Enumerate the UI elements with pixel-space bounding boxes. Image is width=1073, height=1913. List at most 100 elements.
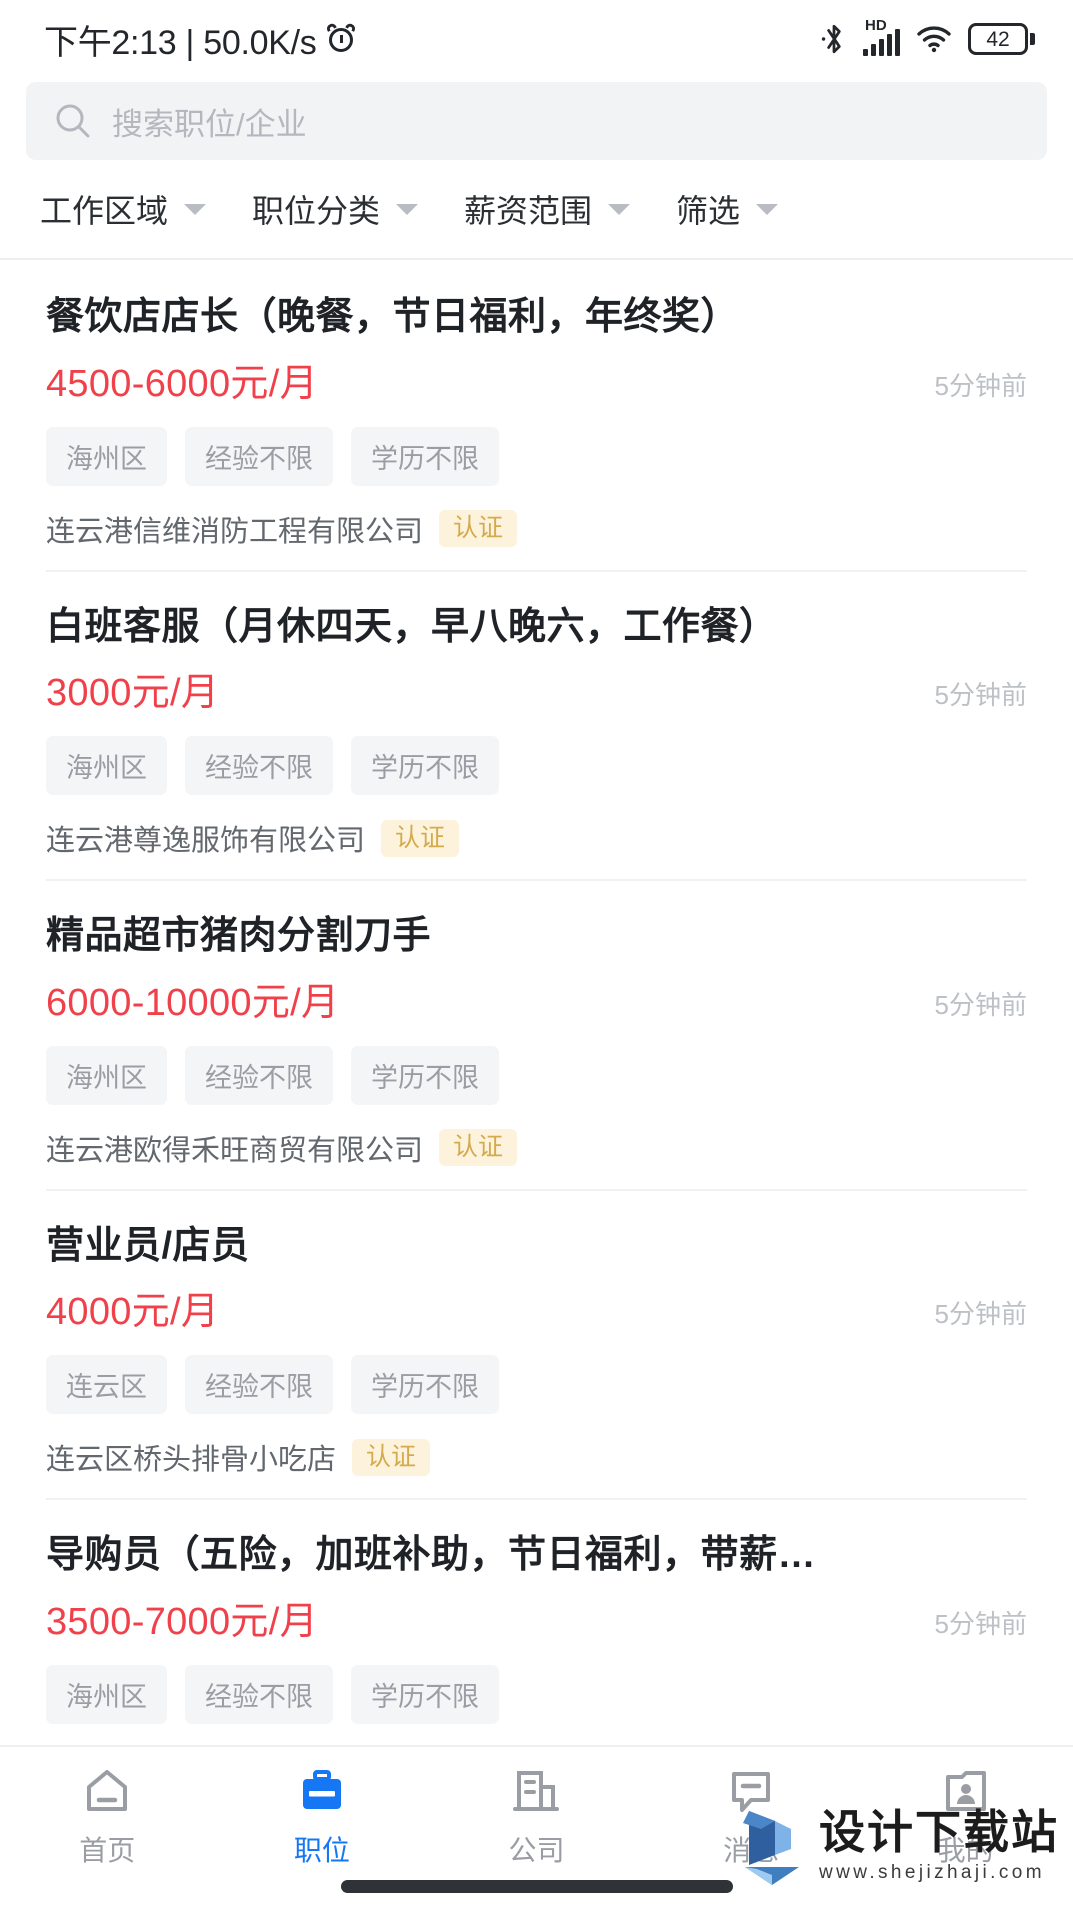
job-list: 餐饮店店长（晚餐，节日福利，年终奖） 4500-6000元/月 5分钟前 海州区… [0, 260, 1073, 1744]
job-card[interactable]: 精品超市猪肉分割刀手 6000-10000元/月 5分钟前 海州区 经验不限 学… [0, 879, 1073, 1189]
tab-profile[interactable]: 我的 [858, 1765, 1073, 1869]
job-tag: 经验不限 [185, 426, 333, 486]
tab-label: 首页 [79, 1835, 136, 1866]
certified-badge: 认证 [352, 1438, 431, 1476]
certified-badge: 认证 [439, 1129, 518, 1166]
salary-row: 4000元/月 5分钟前 [46, 1280, 1027, 1335]
filter-more[interactable]: 筛选 [676, 186, 779, 232]
tab-label: 我的 [937, 1835, 994, 1866]
job-title: 餐饮店店长（晚餐，节日福利，年终奖） [46, 296, 740, 338]
job-posted-time: 5分钟前 [934, 370, 1027, 401]
status-time-and-speed: 下午2:13 | 50.0K/s [44, 23, 317, 62]
job-card[interactable]: 营业员/店员 4000元/月 5分钟前 连云区 经验不限 学历不限 连云区桥头排… [0, 1188, 1073, 1499]
job-posted-time: 5分钟前 [934, 1299, 1027, 1329]
filter-bar: 工作区域 职位分类 薪资范围 筛选 [0, 160, 1073, 260]
company-row[interactable]: 连云港信维消防工程有限公司 认证 [46, 508, 1027, 550]
job-tag: 经验不限 [185, 1355, 333, 1414]
cellular-signal-icon: HD [863, 18, 900, 56]
salary-row: 6000-10000元/月 5分钟前 [46, 971, 1027, 1026]
search-section: 搜索职位/企业 [0, 78, 1073, 160]
job-tags: 海州区 经验不限 学历不限 [46, 736, 1027, 795]
home-indicator [340, 1880, 733, 1893]
job-salary: 6000-10000元/月 [46, 981, 340, 1024]
home-icon [81, 1765, 133, 1817]
job-salary: 3500-7000元/月 [46, 1600, 318, 1643]
certified-badge: 认证 [381, 819, 460, 857]
building-icon [510, 1765, 562, 1817]
tab-jobs[interactable]: 职位 [215, 1765, 430, 1869]
job-tag: 经验不限 [185, 736, 333, 795]
filter-job-category[interactable]: 职位分类 [252, 186, 419, 232]
job-salary: 4000元/月 [46, 1291, 220, 1333]
filter-salary-range[interactable]: 薪资范围 [464, 186, 631, 232]
salary-row: 4500-6000元/月 5分钟前 [46, 352, 1027, 407]
company-name: 连云区桥头排骨小吃店 [46, 1444, 337, 1476]
tab-label: 公司 [508, 1835, 565, 1866]
job-tag: 学历不限 [351, 736, 499, 795]
message-bubble-icon [725, 1765, 777, 1817]
job-tag: 海州区 [46, 1664, 167, 1724]
alarm-clock-icon [325, 22, 358, 54]
job-salary: 4500-6000元/月 [46, 362, 318, 405]
certified-badge: 认证 [439, 510, 518, 547]
job-tag: 海州区 [46, 426, 167, 486]
company-name: 连云港欧得禾旺商贸有限公司 [46, 1134, 424, 1167]
chevron-down-icon [184, 203, 207, 215]
job-salary: 3000元/月 [46, 672, 220, 714]
job-title: 白班客服（月休四天，早八晚六，工作餐） [46, 605, 778, 648]
filter-label: 职位分类 [252, 193, 381, 229]
battery-indicator: 42 [968, 23, 1035, 55]
job-tag: 海州区 [46, 736, 167, 795]
job-tag: 学历不限 [351, 426, 499, 486]
job-tag: 学历不限 [351, 1664, 499, 1724]
job-tag: 海州区 [46, 1045, 167, 1105]
tab-label: 消息 [723, 1835, 780, 1866]
tab-label: 职位 [293, 1835, 350, 1866]
company-row[interactable]: 连云区桥头排骨小吃店 认证 [46, 1436, 1027, 1478]
search-icon [56, 104, 90, 138]
status-bar: 下午2:13 | 50.0K/s HD 42 [0, 0, 1073, 78]
job-tag: 学历不限 [351, 1355, 499, 1414]
filter-work-area[interactable]: 工作区域 [40, 186, 207, 232]
job-card[interactable]: 白班客服（月休四天，早八晚六，工作餐） 3000元/月 5分钟前 海州区 经验不… [0, 569, 1073, 880]
job-tags: 海州区 经验不限 学历不限 [46, 426, 1027, 486]
job-title: 导购员（五险，加班补助，节日福利，带薪… [46, 1534, 817, 1576]
profile-card-icon [940, 1765, 992, 1817]
salary-row: 3000元/月 5分钟前 [46, 661, 1027, 716]
salary-row: 3500-7000元/月 5分钟前 [46, 1590, 1027, 1645]
tab-messages[interactable]: 消息 [644, 1765, 859, 1869]
search-input[interactable]: 搜索职位/企业 [112, 99, 307, 144]
company-row[interactable]: 连云港尊逸服饰有限公司 认证 [46, 817, 1027, 859]
job-posted-time: 5分钟前 [934, 680, 1027, 710]
bottom-navigation-bar: 首页 职位 公司 消息 我的 [0, 1745, 1073, 1913]
filter-label: 筛选 [676, 193, 741, 229]
company-row[interactable]: 连云港欧得禾旺商贸有限公司 认证 [46, 1127, 1027, 1169]
status-bar-right: HD 42 [821, 18, 1035, 56]
job-tag: 经验不限 [185, 1045, 333, 1105]
job-posted-time: 5分钟前 [934, 1608, 1027, 1639]
chevron-down-icon [608, 203, 631, 215]
job-tag: 连云区 [46, 1355, 167, 1414]
job-card[interactable]: 餐饮店店长（晚餐，节日福利，年终奖） 4500-6000元/月 5分钟前 海州区… [0, 260, 1073, 570]
job-tags: 海州区 经验不限 学历不限 [46, 1664, 1027, 1724]
tab-home[interactable]: 首页 [0, 1765, 215, 1869]
wifi-icon [917, 26, 951, 53]
job-posted-time: 5分钟前 [934, 989, 1027, 1020]
job-card[interactable]: 导购员（五险，加班补助，节日福利，带薪… 3500-7000元/月 5分钟前 海… [0, 1498, 1073, 1744]
company-name: 连云港尊逸服饰有限公司 [46, 825, 366, 857]
job-title: 精品超市猪肉分割刀手 [46, 915, 432, 957]
status-bar-left: 下午2:13 | 50.0K/s [44, 15, 358, 64]
bluetooth-icon [821, 24, 841, 54]
filter-label: 工作区域 [40, 193, 169, 229]
job-tag: 学历不限 [351, 1045, 499, 1105]
job-tag: 经验不限 [185, 1664, 333, 1724]
job-tags: 海州区 经验不限 学历不限 [46, 1045, 1027, 1105]
filter-label: 薪资范围 [464, 193, 593, 229]
chevron-down-icon [396, 203, 419, 215]
app-screen: 下午2:13 | 50.0K/s HD 42 搜索职位/企业 工作区域 职位分类… [0, 0, 1073, 1913]
job-title: 营业员/店员 [46, 1224, 250, 1267]
briefcase-icon [296, 1765, 348, 1817]
search-bar[interactable]: 搜索职位/企业 [26, 82, 1047, 160]
tab-companies[interactable]: 公司 [429, 1765, 644, 1869]
company-name: 连云港信维消防工程有限公司 [46, 515, 424, 548]
